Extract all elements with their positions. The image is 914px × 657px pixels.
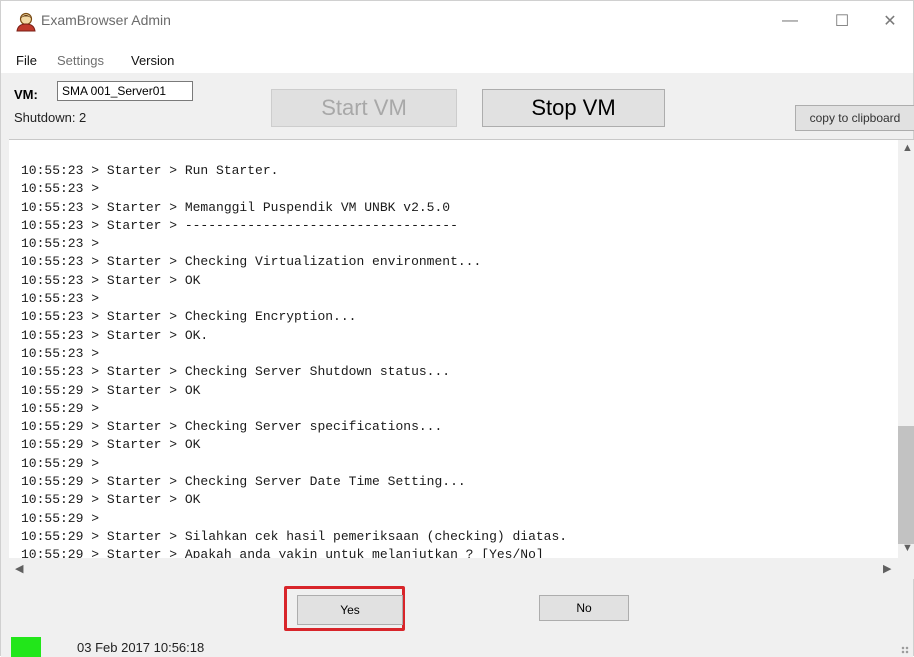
yes-button[interactable]: Yes [297, 595, 403, 625]
minimize-icon: — [782, 12, 798, 29]
start-vm-button[interactable]: Start VM [271, 89, 457, 127]
log-line: 10:55:23 > Starter > OK. [21, 327, 209, 343]
menu-version[interactable]: Version [131, 53, 174, 68]
log-line: 10:55:29 > [21, 455, 100, 471]
log-line: 10:55:29 > [21, 510, 100, 526]
log-line: 10:55:23 > Starter > Checking Virtualiza… [21, 254, 482, 270]
log-line: 10:55:23 > [21, 291, 100, 307]
log-line: 10:55:29 > Starter > OK [21, 382, 201, 398]
copy-to-clipboard-button[interactable]: copy to clipboard [795, 105, 914, 131]
close-icon: ✕ [883, 13, 897, 30]
log-line: 10:55:23 > [21, 345, 100, 361]
status-bar: 03 Feb 2017 10:56:18 [1, 635, 913, 657]
shutdown-count: Shutdown: 2 [14, 110, 87, 125]
no-button[interactable]: No [539, 595, 629, 621]
maximize-icon: ☐ [834, 13, 850, 30]
menu-settings[interactable]: Settings [57, 53, 104, 68]
scroll-right-icon[interactable]: ▶ [883, 562, 891, 575]
log-line: 10:55:23 > [21, 236, 100, 252]
vm-name-input[interactable] [57, 81, 193, 101]
exambrowser-admin-window: ExamBrowser Admin — ☐ ✕ File Settings Ve… [0, 0, 914, 657]
log-line: 10:55:23 > Starter > -------------------… [21, 217, 458, 233]
menu-file[interactable]: File [16, 53, 37, 68]
log-line: 10:55:29 > Starter > Checking Server Dat… [21, 474, 466, 490]
log-output[interactable]: 10:55:23 > Starter > Run Starter. 10:55:2… [9, 139, 914, 579]
log-line: 10:55:23 > [21, 181, 100, 197]
log-line: 10:55:29 > Starter > OK [21, 492, 201, 508]
status-indicator [11, 637, 41, 657]
resize-grip-icon[interactable] [901, 646, 909, 654]
user-icon [16, 12, 36, 32]
scroll-up-icon[interactable]: ▲ [902, 142, 913, 154]
window-title: ExamBrowser Admin [41, 12, 171, 28]
log-line: 10:55:29 > Starter > Checking Server spe… [21, 419, 443, 435]
log-lines: 10:55:23 > Starter > Run Starter. 10:55:2… [21, 162, 881, 565]
log-line: 10:55:23 > Starter > Memanggil Puspendik… [21, 199, 451, 215]
log-line: 10:55:23 > Starter > Run Starter. [21, 163, 279, 178]
vertical-scroll-thumb[interactable] [898, 426, 914, 544]
log-line: 10:55:23 > Starter > OK [21, 272, 201, 288]
stop-vm-button[interactable]: Stop VM [482, 89, 665, 127]
log-line: 10:55:29 > Starter > OK [21, 437, 201, 453]
minimize-button[interactable]: — [767, 1, 813, 41]
maximize-button[interactable]: ☐ [819, 1, 865, 41]
title-bar: ExamBrowser Admin — ☐ ✕ [1, 1, 913, 41]
log-line: 10:55:29 > Starter > Silahkan cek hasil … [21, 528, 568, 544]
scroll-down-icon[interactable]: ▼ [902, 542, 913, 554]
horizontal-scrollbar[interactable]: ◀ ▶ [9, 558, 914, 579]
vertical-scrollbar[interactable]: ▲ ▼ [898, 140, 914, 558]
vm-label: VM: [14, 87, 38, 102]
scroll-left-icon[interactable]: ◀ [15, 562, 23, 575]
log-line: 10:55:23 > Starter > Checking Server Shu… [21, 364, 451, 380]
status-timestamp: 03 Feb 2017 10:56:18 [77, 640, 205, 655]
log-line: 10:55:29 > [21, 400, 100, 416]
menu-bar: File Settings Version [1, 41, 913, 73]
log-line: 10:55:23 > Starter > Checking Encryption… [21, 309, 357, 325]
close-button[interactable]: ✕ [867, 1, 913, 41]
